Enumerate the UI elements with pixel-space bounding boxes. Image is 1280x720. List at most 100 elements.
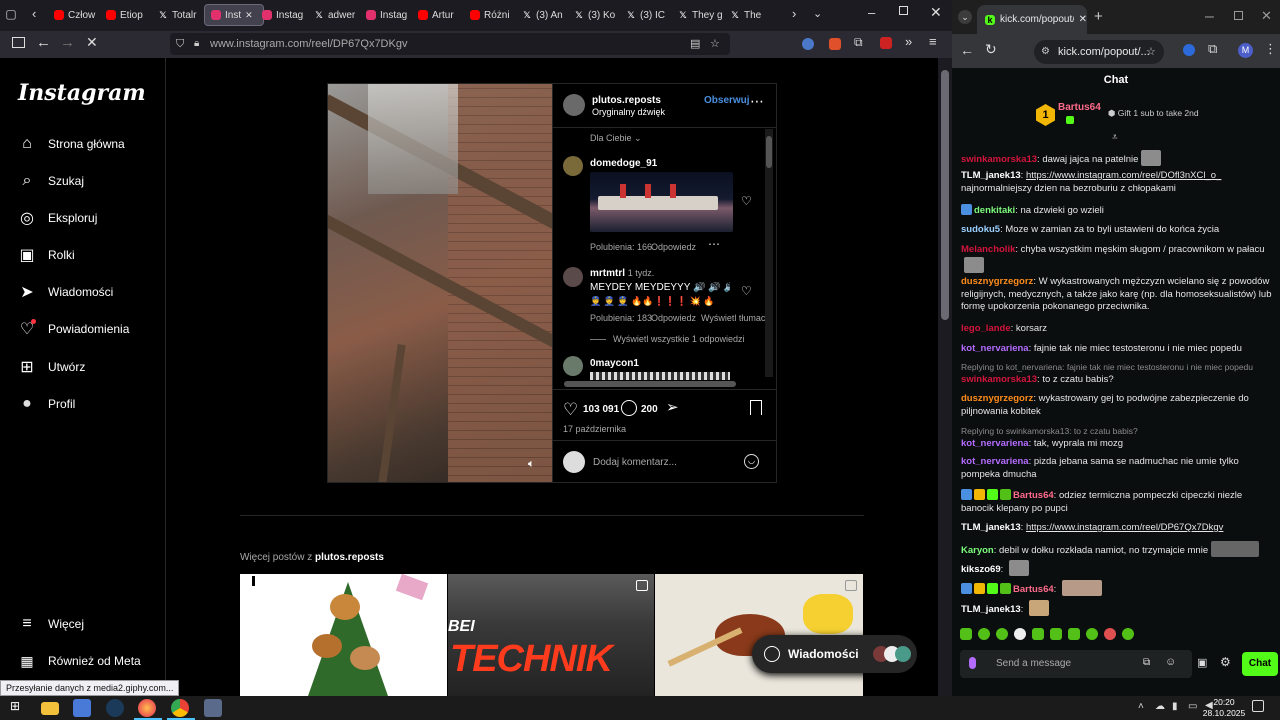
tab-11[interactable]: 𝕏 (3) IC [620,4,670,26]
overflow-menu-icon[interactable]: » [905,34,912,49]
save-bookmark-icon[interactable] [750,400,762,415]
commenter-avatar[interactable] [563,267,583,287]
emote-icon[interactable] [1122,628,1134,640]
comment-gif-partial[interactable] [590,372,730,380]
messages-button[interactable]: Wiadomości [752,635,917,673]
comments-count[interactable]: 200 [641,404,658,415]
emoji-picker-icon[interactable]: ☺ [1165,656,1176,668]
minimize-button[interactable]: – [1205,8,1214,26]
comment-username[interactable]: mrtmtrl [590,268,625,279]
profile-avatar[interactable]: M [1238,43,1253,58]
tab-8[interactable]: Różni [464,4,514,26]
chat-message[interactable]: lego_lande: korsarz [961,323,1273,336]
chat-username[interactable]: kot_nervariena [961,343,1029,354]
page-scroll-thumb[interactable] [941,70,949,320]
chat-username[interactable]: kikszo69 [961,564,1001,575]
back-button[interactable]: ← [36,34,51,51]
sidebar-item-meta[interactable]: ▦ Również od Meta [18,649,140,673]
microphone-icon[interactable] [969,657,976,669]
emote-icon[interactable] [1032,628,1044,640]
new-tab-icon[interactable]: + [1094,8,1103,25]
tab-10[interactable]: 𝕏 (3) Ko [568,4,618,26]
comment-likes[interactable]: Polubienia: 166 [590,242,652,252]
chat-message[interactable]: TLM_janek13: https://www.instagram.com/r… [961,522,1273,535]
maximize-button[interactable] [1234,11,1243,20]
chrome-tab[interactable]: k kick.com/popout/khamires/cha ✕ [977,5,1087,34]
emote-icon[interactable] [996,628,1008,640]
back-button[interactable]: ← [960,42,974,58]
notification-icon[interactable] [1252,700,1264,712]
chat-username[interactable]: TLM_janek13 [961,170,1021,181]
chrome-url-text[interactable]: kick.com/popout/... [1058,46,1150,58]
chat-username[interactable]: denkitaki [974,205,1015,216]
comments-scroll-thumb[interactable] [766,136,772,168]
translate-button[interactable]: Wyświetl tłumacz [701,313,770,323]
chat-message[interactable]: sudoku5: Moze w zamian za to byli ustawi… [961,224,1273,237]
sidebar-item-profile[interactable]: ● Profil [18,392,75,416]
close-tab-icon[interactable]: ✕ [1079,14,1087,25]
chat-username[interactable]: dusznygrzegorz [961,276,1033,287]
chat-username[interactable]: Melancholik [961,244,1015,255]
comment-username[interactable]: 0maycon1 [590,358,639,369]
commenter-avatar[interactable] [563,356,583,376]
extension-icon-2[interactable] [829,38,841,50]
site-info-icon[interactable]: ⚙ [1041,40,1050,64]
comment-gif-titanic[interactable] [590,172,733,232]
instagram-logo[interactable]: Instagram [18,80,146,106]
chrome-taskbar-icon[interactable] [171,699,189,717]
author-username[interactable]: plutos.reposts [592,95,661,106]
reload-button[interactable]: ↻ [985,41,997,58]
chat-message[interactable]: Bartus64: [961,580,1273,597]
like-comment-icon[interactable]: ♡ [741,194,752,208]
chat-message[interactable]: Karyon: debil w dołku rozkłada namiot, n… [961,541,1273,558]
chat-message[interactable]: TLM_janek13: [961,600,1273,617]
extension-icon-1[interactable] [802,38,814,50]
bookmark-star-icon[interactable]: ☆ [1146,40,1156,64]
tab-5[interactable]: 𝕏adwer [308,4,358,26]
reply-button[interactable]: Odpowiedz [651,313,696,323]
sidebar-item-more[interactable]: ≡ Więcej [18,612,84,636]
tab-3[interactable]: Inst ✕ [204,4,264,26]
minimize-button[interactable]: – [868,5,875,20]
chat-username[interactable]: Bartus64 [1013,584,1054,595]
emote-icon[interactable] [1050,628,1062,640]
sidebar-item-heart[interactable]: ♡ Powiadomienia [18,317,129,341]
view-replies-button[interactable]: Wyświetl wszystkie 1 odpowiedzi [613,334,744,344]
emoji-icon[interactable]: ◡ [744,454,759,469]
gift-prompt[interactable]: ⬢ Gift 1 sub to take 2nd [1108,108,1199,119]
chrome-menu-icon[interactable]: ⋮ [1264,41,1277,57]
emote-icon[interactable] [978,628,990,640]
chat-username[interactable]: sudoku5 [961,224,1000,235]
chat-username[interactable]: swinkamorska13 [961,154,1037,165]
chat-message[interactable]: Replying to swinkamorska13: to z czatu b… [961,425,1273,450]
extension-shield-icon[interactable] [1183,44,1195,56]
scroll-tabs-left-icon[interactable]: ‹ [32,6,36,21]
network-icon[interactable]: ▭ [1188,701,1197,712]
tab-list-chevron-icon[interactable]: ⌄ [813,7,822,20]
chat-message[interactable]: dusznygrzegorz: W wykastrowanych mężczyz… [961,276,1273,314]
close-tab-icon[interactable]: ✕ [245,10,253,21]
tab-7[interactable]: Artur [412,4,462,26]
tab-12[interactable]: 𝕏 They g [672,4,722,26]
tab-1[interactable]: Etiop [100,4,150,26]
follow-button[interactable]: Obserwuj [704,95,750,106]
calculator-icon[interactable] [204,699,222,717]
reply-button[interactable]: Odpowiedz [651,242,696,252]
emote-icon[interactable] [960,628,972,640]
emote-icon[interactable] [1104,628,1116,640]
share-icon[interactable]: ➢ [666,398,679,416]
chat-username[interactable]: dusznygrzegorz [961,393,1033,404]
chat-message[interactable]: kot_nervariena: pizda jebana sama se nad… [961,456,1273,481]
microphone-tray-icon[interactable]: ▮ [1172,701,1178,712]
firefox-taskbar-icon[interactable] [138,699,156,717]
comment-likes[interactable]: Polubienia: 183 [590,313,652,323]
comment-username[interactable]: domedoge_91 [590,158,657,169]
tab-6[interactable]: Instag [360,4,410,26]
chat-message[interactable]: denkitaki: na dzwieki go wzieli [961,204,1273,218]
tab-2[interactable]: 𝕏 Totalr [152,4,202,26]
leader-username[interactable]: Bartus64 [1058,102,1101,113]
chat-input[interactable]: Send a message [960,650,1192,678]
author-avatar[interactable] [563,94,585,116]
maximize-button[interactable] [899,6,908,15]
extensions-puzzle-icon[interactable]: ⧉ [1208,41,1217,57]
